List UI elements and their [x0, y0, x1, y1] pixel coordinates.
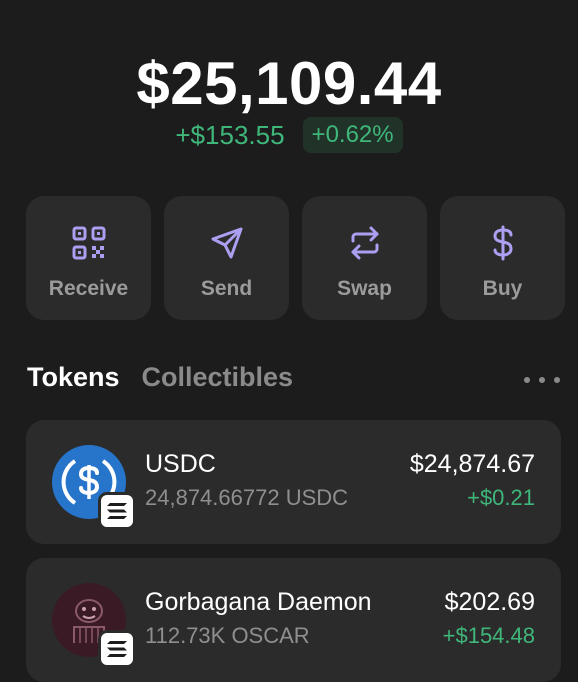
tab-tokens[interactable]: Tokens — [27, 362, 120, 393]
token-value: $202.69 — [444, 588, 535, 616]
token-balance: 24,874.66772 USDC — [145, 485, 349, 510]
more-options-icon[interactable] — [524, 370, 560, 390]
buy-button[interactable]: Buy — [440, 196, 565, 320]
swap-button[interactable]: Swap — [302, 196, 427, 320]
token-change: +$0.21 — [467, 485, 535, 510]
swap-label: Swap — [337, 277, 392, 300]
token-row-gorbagana-daemon[interactable]: Gorbagana Daemon 112.73K OSCAR $202.69 +… — [26, 558, 561, 682]
token-name: USDC — [145, 450, 216, 478]
swap-arrows-icon — [345, 223, 385, 263]
send-arrow-icon — [207, 223, 247, 263]
token-balance: 112.73K OSCAR — [145, 623, 310, 648]
dollar-icon — [483, 223, 523, 263]
token-row-usdc[interactable]: USDC 24,874.66772 USDC $24,874.67 +$0.21 — [26, 420, 561, 544]
receive-label: Receive — [48, 277, 129, 300]
portfolio-change-percent: +0.62% — [302, 117, 403, 153]
token-value: $24,874.67 — [409, 450, 535, 478]
solana-chain-icon — [98, 492, 136, 530]
token-name: Gorbagana Daemon — [145, 588, 372, 616]
more-dot — [524, 377, 530, 383]
action-buttons: Receive Send Swap Buy — [26, 196, 565, 320]
solana-chain-icon — [98, 630, 136, 668]
portfolio-balance: $25,109.44 — [136, 50, 442, 117]
tab-collectibles[interactable]: Collectibles — [142, 362, 294, 393]
qr-code-icon — [69, 223, 109, 263]
more-dot — [554, 377, 560, 383]
send-label: Send — [200, 277, 253, 300]
token-change: +$154.48 — [442, 623, 535, 648]
send-button[interactable]: Send — [164, 196, 289, 320]
portfolio-change-amount: +$153.55 — [175, 120, 285, 150]
receive-button[interactable]: Receive — [26, 196, 151, 320]
buy-label: Buy — [482, 277, 523, 300]
portfolio-change-row: +$153.55 +0.62% — [0, 117, 578, 153]
asset-tabs: Tokens Collectibles — [27, 362, 293, 393]
more-dot — [539, 377, 545, 383]
